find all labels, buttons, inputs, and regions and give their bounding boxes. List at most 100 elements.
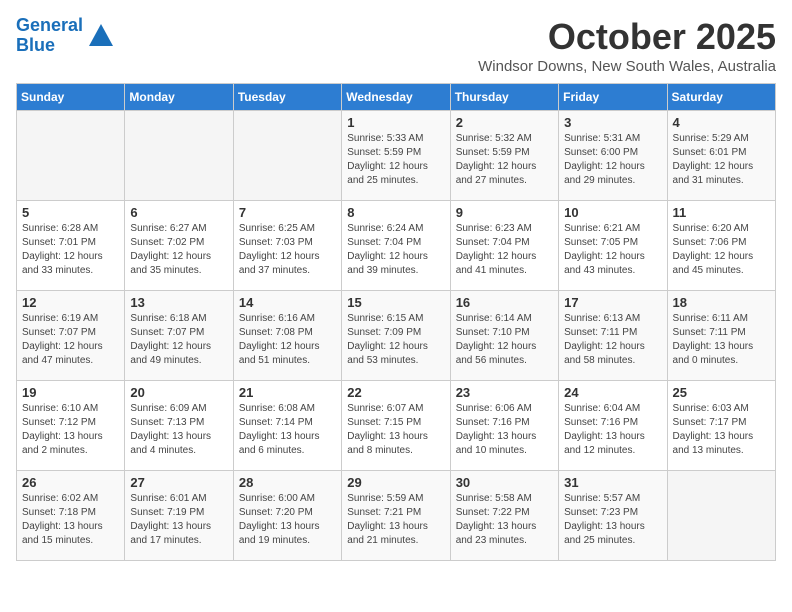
day-number: 3 <box>564 115 661 130</box>
day-number: 22 <box>347 385 444 400</box>
calendar-cell: 4Sunrise: 5:29 AM Sunset: 6:01 PM Daylig… <box>667 111 775 201</box>
cell-info: Sunrise: 5:59 AM Sunset: 7:21 PM Dayligh… <box>347 492 444 548</box>
cell-info: Sunrise: 6:13 AM Sunset: 7:11 PM Dayligh… <box>564 312 661 368</box>
day-number: 16 <box>456 295 553 310</box>
weekday-header: Monday <box>125 84 233 111</box>
day-number: 26 <box>22 475 119 490</box>
calendar-cell: 6Sunrise: 6:27 AM Sunset: 7:02 PM Daylig… <box>125 201 233 291</box>
calendar-cell: 18 Sunrise: 6:11 AM Sunset: 7:11 PM Dayli… <box>667 291 775 381</box>
cell-info: Sunrise: 6:28 AM Sunset: 7:01 PM Dayligh… <box>22 222 119 278</box>
calendar-cell: 5 Sunrise: 6:28 AM Sunset: 7:01 PM Daylig… <box>17 201 125 291</box>
calendar-cell: 13 Sunrise: 6:18 AM Sunset: 7:07 PM Dayli… <box>125 291 233 381</box>
cell-info: Sunrise: 5:33 AM Sunset: 5:59 PM Dayligh… <box>347 132 444 188</box>
calendar-week-row: 26 Sunrise: 6:02 AM Sunset: 7:18 PM Dayli… <box>17 471 776 561</box>
day-number: 11 <box>673 205 770 220</box>
day-number: 10 <box>564 205 661 220</box>
cell-info: Sunrise: 6:08 AM Sunset: 7:14 PM Dayligh… <box>239 402 336 458</box>
calendar-cell: 12 Sunrise: 6:19 AM Sunset: 7:07 PM Dayli… <box>17 291 125 381</box>
day-number: 2 <box>456 115 553 130</box>
logo: GeneralBlue <box>16 16 115 56</box>
day-number: 13 <box>130 295 227 310</box>
calendar-cell: 23 Sunrise: 6:06 AM Sunset: 7:16 PM Dayli… <box>450 381 558 471</box>
calendar-cell: 21 Sunrise: 6:08 AM Sunset: 7:14 PM Dayli… <box>233 381 341 471</box>
calendar-week-row: 19 Sunrise: 6:10 AM Sunset: 7:12 PM Dayli… <box>17 381 776 471</box>
day-number: 31 <box>564 475 661 490</box>
cell-info: Sunrise: 6:18 AM Sunset: 7:07 PM Dayligh… <box>130 312 227 368</box>
calendar-cell <box>667 471 775 561</box>
calendar-cell: 10 Sunrise: 6:21 AM Sunset: 7:05 PM Dayli… <box>559 201 667 291</box>
day-number: 7 <box>239 205 336 220</box>
calendar-cell: 11 Sunrise: 6:20 AM Sunset: 7:06 PM Dayli… <box>667 201 775 291</box>
weekday-header: Sunday <box>17 84 125 111</box>
calendar-week-row: 5 Sunrise: 6:28 AM Sunset: 7:01 PM Daylig… <box>17 201 776 291</box>
logo-icon <box>87 22 115 50</box>
location-title: Windsor Downs, New South Wales, Australi… <box>478 58 776 75</box>
calendar-cell: 9 Sunrise: 6:23 AM Sunset: 7:04 PM Daylig… <box>450 201 558 291</box>
calendar-cell <box>17 111 125 201</box>
cell-info: Sunrise: 6:20 AM Sunset: 7:06 PM Dayligh… <box>673 222 770 278</box>
cell-info: Sunrise: 6:04 AM Sunset: 7:16 PM Dayligh… <box>564 402 661 458</box>
calendar-week-row: 12 Sunrise: 6:19 AM Sunset: 7:07 PM Dayli… <box>17 291 776 381</box>
calendar-cell: 14Sunrise: 6:16 AM Sunset: 7:08 PM Dayli… <box>233 291 341 381</box>
day-number: 25 <box>673 385 770 400</box>
calendar-table: SundayMondayTuesdayWednesdayThursdayFrid… <box>16 83 776 561</box>
calendar-cell: 20 Sunrise: 6:09 AM Sunset: 7:13 PM Dayli… <box>125 381 233 471</box>
calendar-cell: 1 Sunrise: 5:33 AM Sunset: 5:59 PM Daylig… <box>342 111 450 201</box>
weekday-header: Friday <box>559 84 667 111</box>
cell-info: Sunrise: 6:25 AM Sunset: 7:03 PM Dayligh… <box>239 222 336 278</box>
cell-info: Sunrise: 5:29 AM Sunset: 6:01 PM Dayligh… <box>673 132 770 188</box>
cell-info: Sunrise: 6:10 AM Sunset: 7:12 PM Dayligh… <box>22 402 119 458</box>
day-number: 30 <box>456 475 553 490</box>
cell-info: Sunrise: 6:00 AM Sunset: 7:20 PM Dayligh… <box>239 492 336 548</box>
calendar-cell: 17 Sunrise: 6:13 AM Sunset: 7:11 PM Dayli… <box>559 291 667 381</box>
weekday-header: Tuesday <box>233 84 341 111</box>
calendar-cell: 7 Sunrise: 6:25 AM Sunset: 7:03 PM Daylig… <box>233 201 341 291</box>
cell-info: Sunrise: 6:07 AM Sunset: 7:15 PM Dayligh… <box>347 402 444 458</box>
calendar-cell: 22 Sunrise: 6:07 AM Sunset: 7:15 PM Dayli… <box>342 381 450 471</box>
day-number: 5 <box>22 205 119 220</box>
cell-info: Sunrise: 6:19 AM Sunset: 7:07 PM Dayligh… <box>22 312 119 368</box>
day-number: 6 <box>130 205 227 220</box>
logo-text: GeneralBlue <box>16 16 83 56</box>
calendar-cell: 27 Sunrise: 6:01 AM Sunset: 7:19 PM Dayli… <box>125 471 233 561</box>
day-number: 27 <box>130 475 227 490</box>
calendar-cell: 2Sunrise: 5:32 AM Sunset: 5:59 PM Daylig… <box>450 111 558 201</box>
day-number: 18 <box>673 295 770 310</box>
day-number: 15 <box>347 295 444 310</box>
cell-info: Sunrise: 6:24 AM Sunset: 7:04 PM Dayligh… <box>347 222 444 278</box>
weekday-header: Wednesday <box>342 84 450 111</box>
calendar-header-row: SundayMondayTuesdayWednesdayThursdayFrid… <box>17 84 776 111</box>
day-number: 1 <box>347 115 444 130</box>
day-number: 23 <box>456 385 553 400</box>
cell-info: Sunrise: 6:09 AM Sunset: 7:13 PM Dayligh… <box>130 402 227 458</box>
calendar-cell <box>233 111 341 201</box>
cell-info: Sunrise: 6:15 AM Sunset: 7:09 PM Dayligh… <box>347 312 444 368</box>
day-number: 21 <box>239 385 336 400</box>
calendar-cell: 30 Sunrise: 5:58 AM Sunset: 7:22 PM Dayli… <box>450 471 558 561</box>
day-number: 20 <box>130 385 227 400</box>
cell-info: Sunrise: 5:57 AM Sunset: 7:23 PM Dayligh… <box>564 492 661 548</box>
day-number: 19 <box>22 385 119 400</box>
cell-info: Sunrise: 6:23 AM Sunset: 7:04 PM Dayligh… <box>456 222 553 278</box>
calendar-week-row: 1 Sunrise: 5:33 AM Sunset: 5:59 PM Daylig… <box>17 111 776 201</box>
month-title: October 2025 <box>478 16 776 58</box>
calendar-cell: 15 Sunrise: 6:15 AM Sunset: 7:09 PM Dayli… <box>342 291 450 381</box>
weekday-header: Thursday <box>450 84 558 111</box>
cell-info: Sunrise: 6:06 AM Sunset: 7:16 PM Dayligh… <box>456 402 553 458</box>
cell-info: Sunrise: 6:01 AM Sunset: 7:19 PM Dayligh… <box>130 492 227 548</box>
calendar-cell: 29Sunrise: 5:59 AM Sunset: 7:21 PM Dayli… <box>342 471 450 561</box>
calendar-body: 1 Sunrise: 5:33 AM Sunset: 5:59 PM Daylig… <box>17 111 776 561</box>
day-number: 12 <box>22 295 119 310</box>
day-number: 9 <box>456 205 553 220</box>
day-number: 14 <box>239 295 336 310</box>
cell-info: Sunrise: 6:21 AM Sunset: 7:05 PM Dayligh… <box>564 222 661 278</box>
cell-info: Sunrise: 6:02 AM Sunset: 7:18 PM Dayligh… <box>22 492 119 548</box>
calendar-cell: 8Sunrise: 6:24 AM Sunset: 7:04 PM Daylig… <box>342 201 450 291</box>
cell-info: Sunrise: 6:11 AM Sunset: 7:11 PM Dayligh… <box>673 312 770 368</box>
cell-info: Sunrise: 5:31 AM Sunset: 6:00 PM Dayligh… <box>564 132 661 188</box>
day-number: 17 <box>564 295 661 310</box>
day-number: 24 <box>564 385 661 400</box>
day-number: 28 <box>239 475 336 490</box>
calendar-cell <box>125 111 233 201</box>
cell-info: Sunrise: 5:58 AM Sunset: 7:22 PM Dayligh… <box>456 492 553 548</box>
